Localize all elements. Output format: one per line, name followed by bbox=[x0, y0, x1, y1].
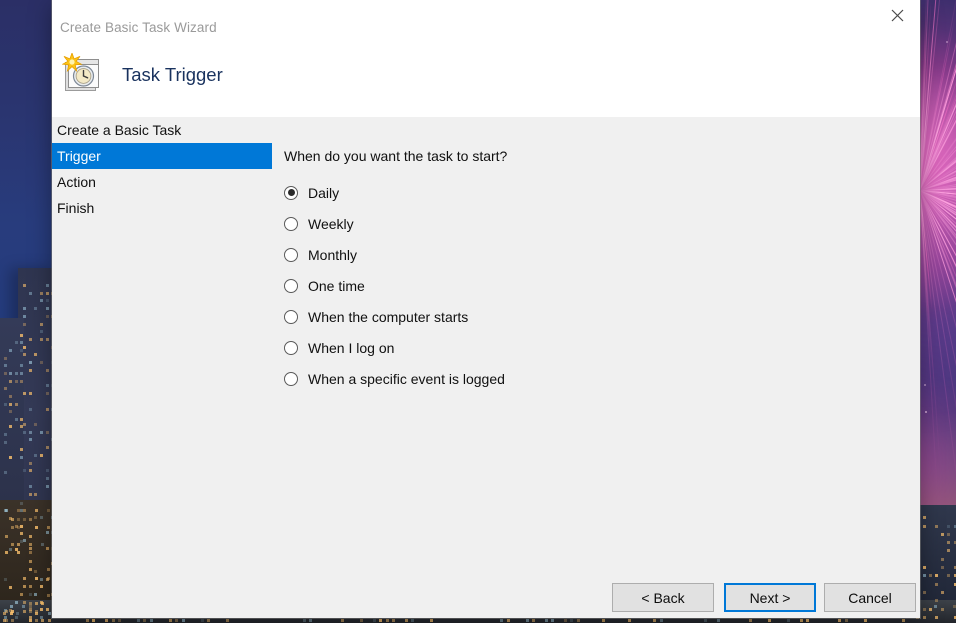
radio-indicator-icon bbox=[284, 278, 298, 293]
radio-option-one-time[interactable]: One time bbox=[284, 270, 920, 301]
sidebar-item-label: Trigger bbox=[57, 148, 101, 164]
sidebar-item-label: Finish bbox=[57, 200, 95, 216]
wizard-content-pane: When do you want the task to start? Dail… bbox=[284, 117, 920, 394]
radio-option-label: Weekly bbox=[308, 215, 354, 232]
radio-indicator-icon bbox=[284, 216, 298, 231]
radio-option-when-the-computer-starts[interactable]: When the computer starts bbox=[284, 301, 920, 332]
radio-option-label: When a specific event is logged bbox=[308, 370, 505, 387]
radio-option-daily[interactable]: Daily bbox=[284, 177, 920, 208]
sidebar-item-action[interactable]: Action bbox=[52, 169, 280, 195]
page-title: Task Trigger bbox=[122, 64, 223, 85]
task-trigger-calendar-clock-icon bbox=[61, 51, 104, 95]
sidebar-item-label: Action bbox=[57, 174, 96, 190]
radio-option-label: When I log on bbox=[308, 339, 395, 356]
sidebar-item-trigger[interactable]: Trigger bbox=[52, 143, 272, 169]
radio-option-when-a-specific-event-is-logged[interactable]: When a specific event is logged bbox=[284, 363, 920, 394]
radio-indicator-icon bbox=[284, 247, 298, 262]
trigger-question-label: When do you want the task to start? bbox=[284, 148, 508, 164]
radio-option-label: One time bbox=[308, 277, 365, 294]
radio-indicator-icon bbox=[284, 309, 298, 324]
radio-indicator-icon bbox=[284, 185, 298, 200]
sidebar-item-finish[interactable]: Finish bbox=[52, 195, 280, 221]
back-button[interactable]: < Back bbox=[612, 583, 714, 612]
radio-option-label: Daily bbox=[308, 184, 340, 201]
dialog-header: Create Basic Task Wizard Task Trigger bbox=[52, 0, 920, 117]
close-button[interactable] bbox=[874, 0, 920, 30]
radio-option-monthly[interactable]: Monthly bbox=[284, 239, 920, 270]
radio-option-label: Monthly bbox=[308, 246, 358, 263]
radio-option-label: When the computer starts bbox=[308, 308, 469, 325]
trigger-radio-group: Daily Weekly Monthly One time When the c bbox=[284, 177, 920, 394]
close-icon bbox=[891, 9, 903, 21]
dialog-footer: < Back Next > Cancel bbox=[52, 560, 920, 618]
sidebar-item-create-a-basic-task[interactable]: Create a Basic Task bbox=[52, 117, 280, 143]
create-basic-task-wizard-dialog: Create Basic Task Wizard Task Trigger Cr… bbox=[52, 0, 920, 618]
radio-indicator-icon bbox=[284, 371, 298, 386]
radio-option-weekly[interactable]: Weekly bbox=[284, 208, 920, 239]
radio-option-when-i-log-on[interactable]: When I log on bbox=[284, 332, 920, 363]
sidebar-item-label: Create a Basic Task bbox=[57, 122, 182, 138]
next-button[interactable]: Next > bbox=[724, 583, 816, 612]
wizard-step-sidebar: Create a Basic Task Trigger Action Finis… bbox=[52, 117, 280, 221]
cancel-button[interactable]: Cancel bbox=[824, 583, 916, 612]
radio-indicator-icon bbox=[284, 340, 298, 355]
dialog-body: Create a Basic Task Trigger Action Finis… bbox=[52, 117, 920, 560]
window-title: Create Basic Task Wizard bbox=[60, 20, 217, 35]
